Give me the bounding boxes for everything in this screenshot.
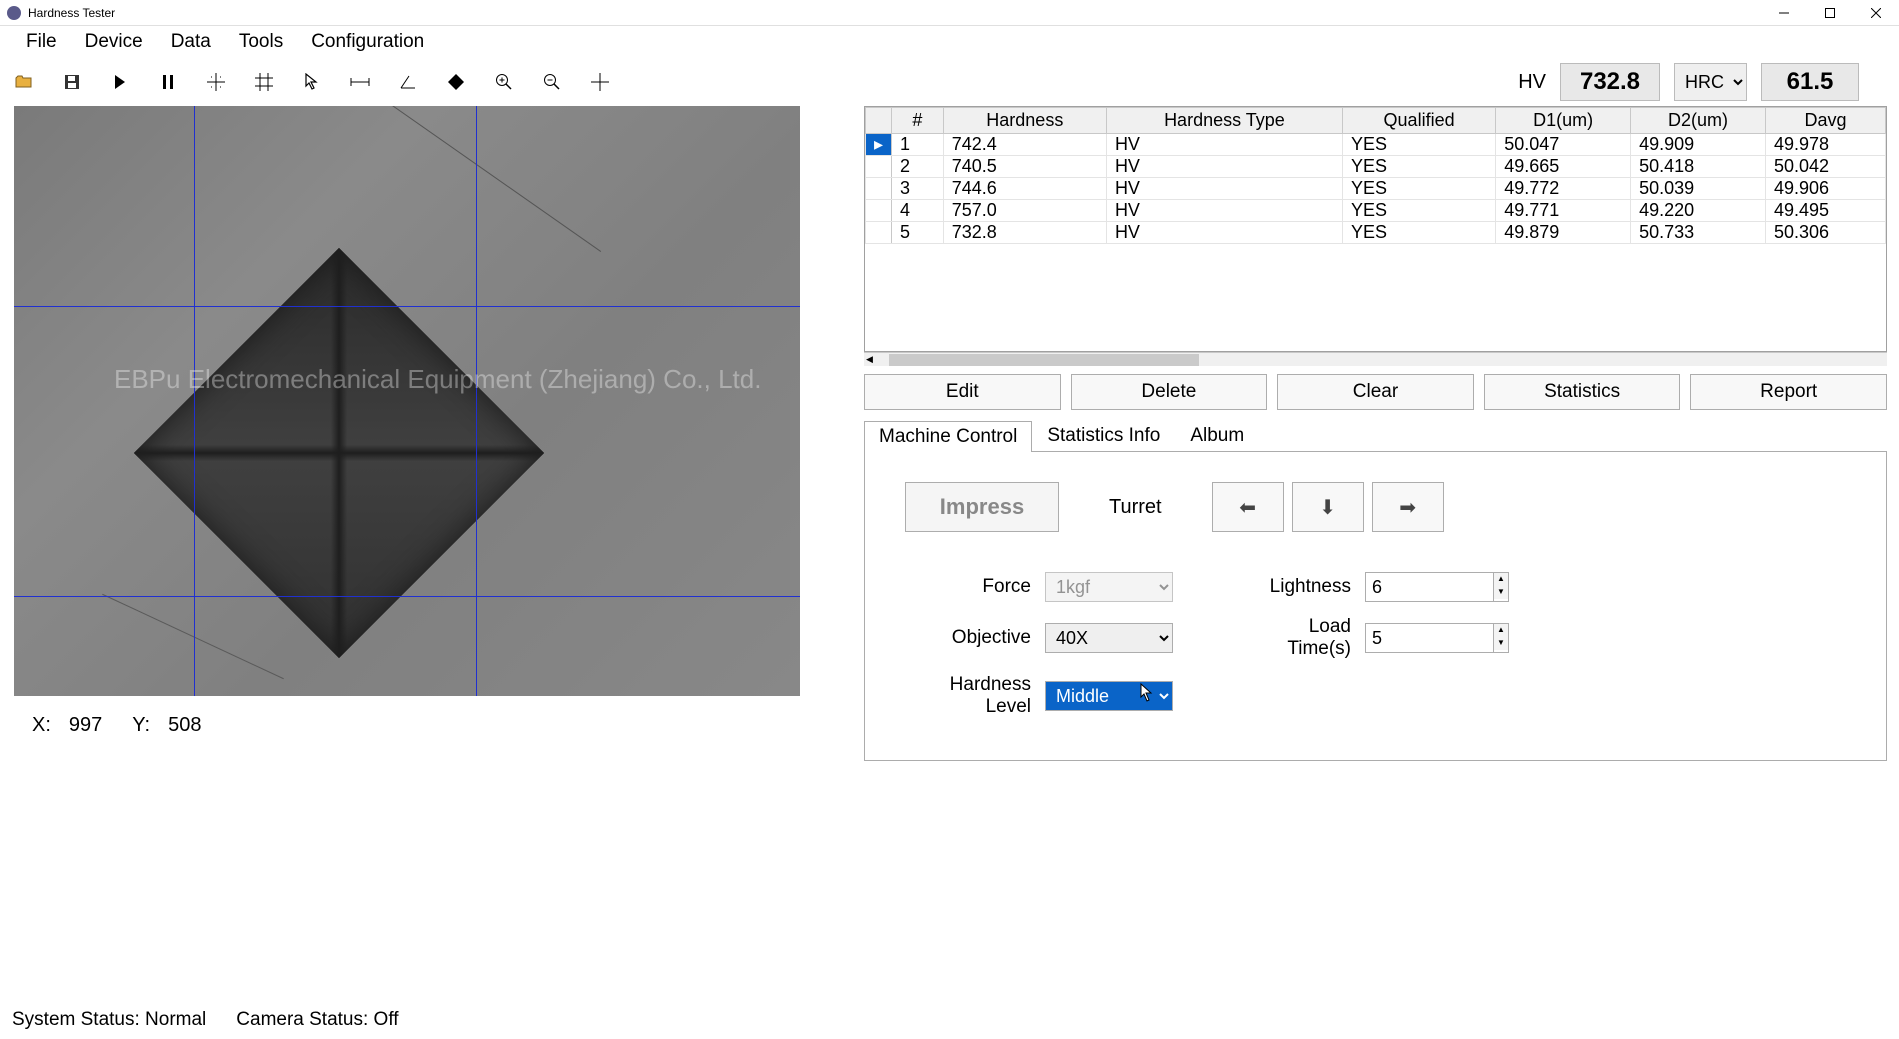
spin-up-icon[interactable]: ▲: [1494, 573, 1508, 586]
hv-value: 732.8: [1560, 63, 1660, 101]
hardness-level-select[interactable]: Middle: [1045, 681, 1173, 711]
statusbar: System Status: Normal Camera Status: Off: [0, 1001, 1899, 1039]
menu-file[interactable]: File: [12, 27, 71, 57]
col-number[interactable]: #: [892, 108, 944, 134]
col-d2[interactable]: D2(um): [1631, 108, 1766, 134]
x-label: X:: [32, 714, 51, 737]
tab-album[interactable]: Album: [1175, 420, 1259, 451]
loadtime-spinner[interactable]: ▲▼: [1365, 623, 1505, 653]
col-davg[interactable]: Davg: [1765, 108, 1885, 134]
measure-button[interactable]: [348, 70, 372, 94]
arrow-left-icon: ⬅: [1239, 495, 1256, 520]
pointer-button[interactable]: [300, 70, 324, 94]
arrow-right-icon: ➡: [1399, 495, 1416, 520]
grid-button[interactable]: [252, 70, 276, 94]
scale-select[interactable]: HRC: [1674, 63, 1747, 101]
pause-button[interactable]: [156, 70, 180, 94]
loadtime-label: Load Time(s): [1245, 616, 1365, 660]
play-button[interactable]: [108, 70, 132, 94]
menu-tools[interactable]: Tools: [225, 27, 297, 57]
delete-button[interactable]: Delete: [1071, 374, 1268, 410]
crosshair-center-button[interactable]: [204, 70, 228, 94]
hardness-level-label: Hardness Level: [905, 674, 1045, 718]
readout-bar: HV 732.8 HRC 61.5: [1518, 63, 1859, 101]
turret-left-button[interactable]: ⬅: [1212, 482, 1284, 532]
table-row[interactable]: 3744.6HVYES49.77250.03949.906: [866, 178, 1886, 200]
measurement-line-horizontal[interactable]: [14, 596, 800, 597]
turret-right-button[interactable]: ➡: [1372, 482, 1444, 532]
close-button[interactable]: [1853, 0, 1899, 26]
row-indicator-header: [866, 108, 892, 134]
loadtime-input[interactable]: [1365, 623, 1493, 653]
open-button[interactable]: [12, 70, 36, 94]
scale-value: 61.5: [1761, 63, 1859, 101]
coordinates-display: X: 997 Y: 508: [12, 696, 852, 755]
objective-label: Objective: [905, 627, 1045, 649]
system-status: System Status: Normal: [12, 1009, 206, 1031]
report-button[interactable]: Report: [1690, 374, 1887, 410]
camera-status: Camera Status: Off: [236, 1009, 398, 1031]
diamond-button[interactable]: [444, 70, 468, 94]
clear-button[interactable]: Clear: [1277, 374, 1474, 410]
edit-button[interactable]: Edit: [864, 374, 1061, 410]
force-label: Force: [905, 576, 1045, 598]
y-label: Y:: [132, 714, 150, 737]
app-icon: [6, 5, 22, 21]
menubar: File Device Data Tools Configuration: [0, 26, 1899, 58]
col-hardness-type[interactable]: Hardness Type: [1106, 108, 1342, 134]
objective-select[interactable]: 40X: [1045, 623, 1173, 653]
y-value: 508: [168, 714, 201, 737]
menu-configuration[interactable]: Configuration: [297, 27, 438, 57]
arrow-down-icon: ⬇: [1319, 495, 1336, 520]
impress-button[interactable]: Impress: [905, 482, 1059, 532]
zoom-out-button[interactable]: [540, 70, 564, 94]
spin-up-icon[interactable]: ▲: [1494, 624, 1508, 637]
menu-data[interactable]: Data: [157, 27, 225, 57]
measurement-line-vertical[interactable]: [194, 106, 195, 696]
tab-machine-control[interactable]: Machine Control: [864, 421, 1032, 452]
machine-control-panel: Impress Turret ⬅ ⬇ ➡ Force 1kgf Lightnes…: [864, 451, 1887, 761]
col-d1[interactable]: D1(um): [1496, 108, 1631, 134]
lightness-label: Lightness: [1245, 576, 1365, 598]
measurement-line-vertical[interactable]: [476, 106, 477, 696]
force-select[interactable]: 1kgf: [1045, 572, 1173, 602]
table-row[interactable]: 4757.0HVYES49.77149.22049.495: [866, 200, 1886, 222]
maximize-button[interactable]: [1807, 0, 1853, 26]
lightness-input[interactable]: [1365, 572, 1493, 602]
col-qualified[interactable]: Qualified: [1342, 108, 1495, 134]
zoom-in-button[interactable]: [492, 70, 516, 94]
table-row[interactable]: 2740.5HVYES49.66550.41850.042: [866, 156, 1886, 178]
spin-down-icon[interactable]: ▼: [1494, 637, 1508, 650]
turret-label: Turret: [1109, 496, 1162, 519]
angle-button[interactable]: [396, 70, 420, 94]
crosshair-button[interactable]: [588, 70, 612, 94]
titlebar: Hardness Tester: [0, 0, 1899, 26]
hv-label: HV: [1518, 71, 1546, 94]
save-button[interactable]: [60, 70, 84, 94]
statistics-button[interactable]: Statistics: [1484, 374, 1681, 410]
measurements-table[interactable]: # Hardness Hardness Type Qualified D1(um…: [864, 106, 1887, 352]
action-buttons: Edit Delete Clear Statistics Report: [864, 374, 1887, 410]
tab-statistics-info[interactable]: Statistics Info: [1032, 420, 1175, 451]
table-row[interactable]: ▸1742.4HVYES50.04749.90949.978: [866, 134, 1886, 156]
table-row[interactable]: 5732.8HVYES49.87950.73350.306: [866, 222, 1886, 244]
col-hardness[interactable]: Hardness: [943, 108, 1106, 134]
spin-down-icon[interactable]: ▼: [1494, 586, 1508, 599]
lightness-spinner[interactable]: ▲▼: [1365, 572, 1505, 602]
measurement-line-horizontal[interactable]: [14, 306, 800, 307]
toolbar: HV 732.8 HRC 61.5: [0, 58, 1899, 106]
table-horizontal-scrollbar[interactable]: ◀: [864, 352, 1887, 366]
minimize-button[interactable]: [1761, 0, 1807, 26]
window-title: Hardness Tester: [28, 6, 1761, 20]
tab-bar: Machine Control Statistics Info Album: [864, 420, 1887, 451]
turret-down-button[interactable]: ⬇: [1292, 482, 1364, 532]
menu-device[interactable]: Device: [71, 27, 157, 57]
image-viewer[interactable]: EBPu Electromechanical Equipment (Zhejia…: [14, 106, 800, 696]
x-value: 997: [69, 714, 102, 737]
